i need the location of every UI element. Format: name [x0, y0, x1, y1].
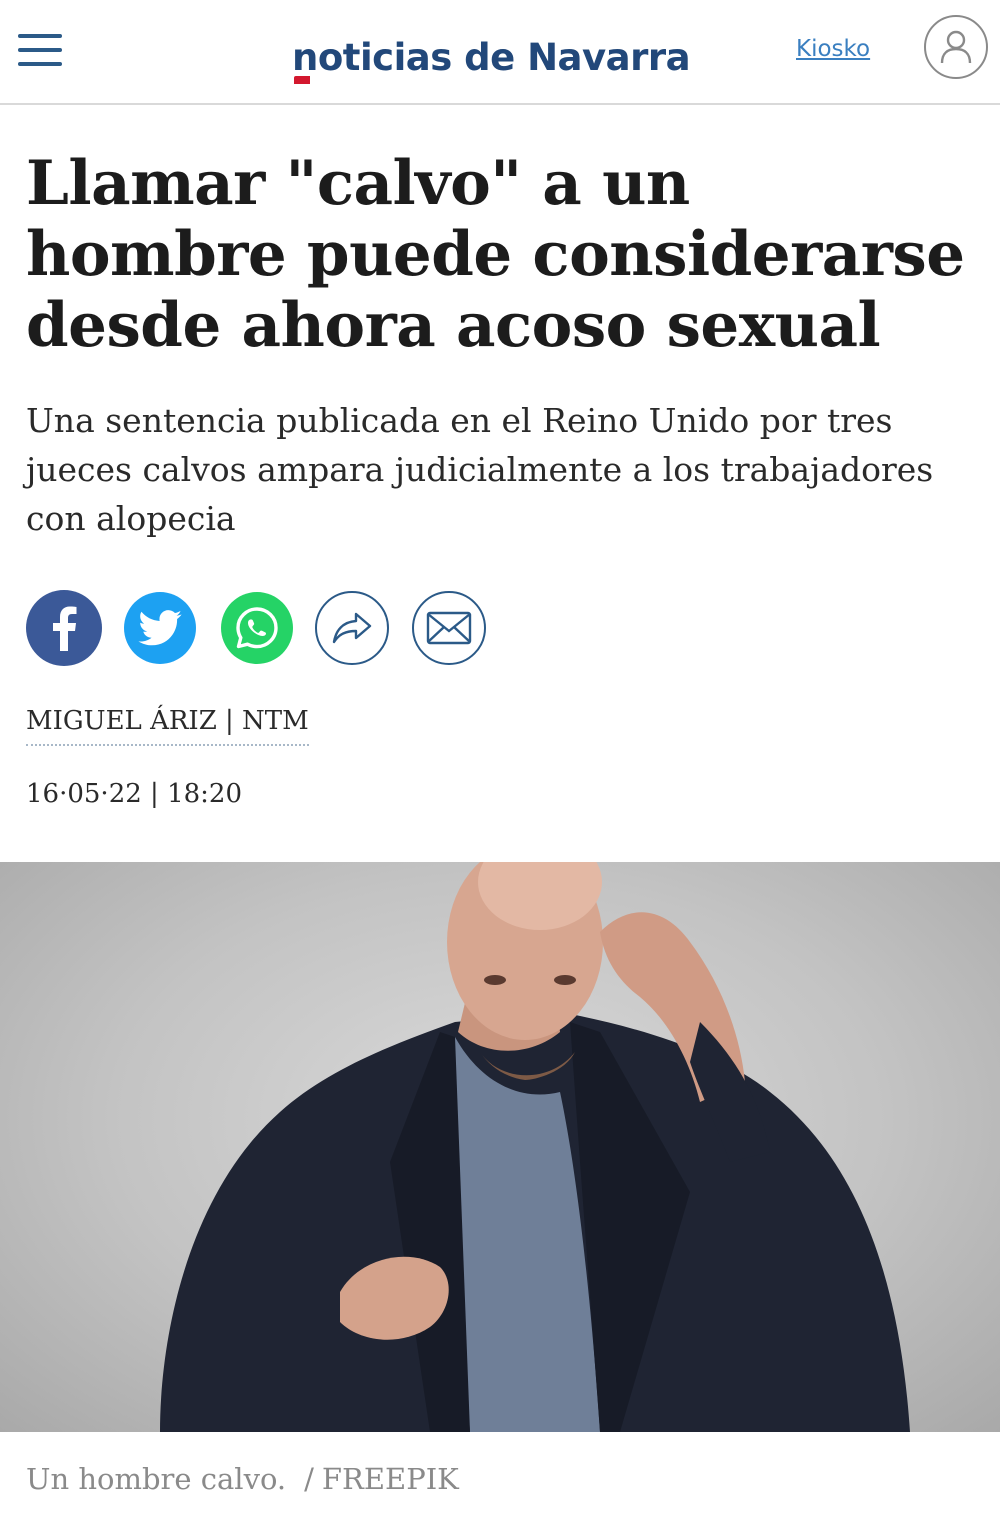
- author-byline[interactable]: MIGUEL ÁRIZ | NTM: [26, 706, 309, 746]
- logo-text: noticias de Navarra: [292, 36, 691, 79]
- facebook-icon: [53, 606, 77, 651]
- twitter-icon: [138, 610, 182, 646]
- article-headline: Llamar "calvo" a un hombre puede conside…: [26, 148, 965, 361]
- site-header: noticias de Navarra Kiosko: [0, 0, 1000, 105]
- email-icon: [426, 611, 472, 645]
- twitter-share-button[interactable]: [124, 592, 196, 664]
- photo-caption: Un hombre calvo. / FREEPIK: [26, 1462, 459, 1496]
- user-account-icon[interactable]: [924, 15, 988, 79]
- caption-text: Un hombre calvo.: [26, 1462, 287, 1496]
- site-logo[interactable]: noticias de Navarra: [292, 36, 691, 84]
- hamburger-menu-icon[interactable]: [18, 34, 62, 68]
- article-subtitle: Una sentencia publicada en el Reino Unid…: [26, 401, 934, 538]
- publish-date: 16·05·22 | 18:20: [26, 779, 242, 809]
- whatsapp-icon: [236, 607, 278, 649]
- email-share-button[interactable]: [412, 591, 486, 665]
- kiosko-link[interactable]: Kiosko: [796, 36, 870, 62]
- article-photo: [0, 862, 1000, 1432]
- whatsapp-share-button[interactable]: [221, 592, 293, 664]
- share-button[interactable]: [315, 591, 389, 665]
- share-icon: [332, 612, 372, 644]
- facebook-share-button[interactable]: [26, 590, 102, 666]
- photo-credit: FREEPIK: [321, 1462, 459, 1496]
